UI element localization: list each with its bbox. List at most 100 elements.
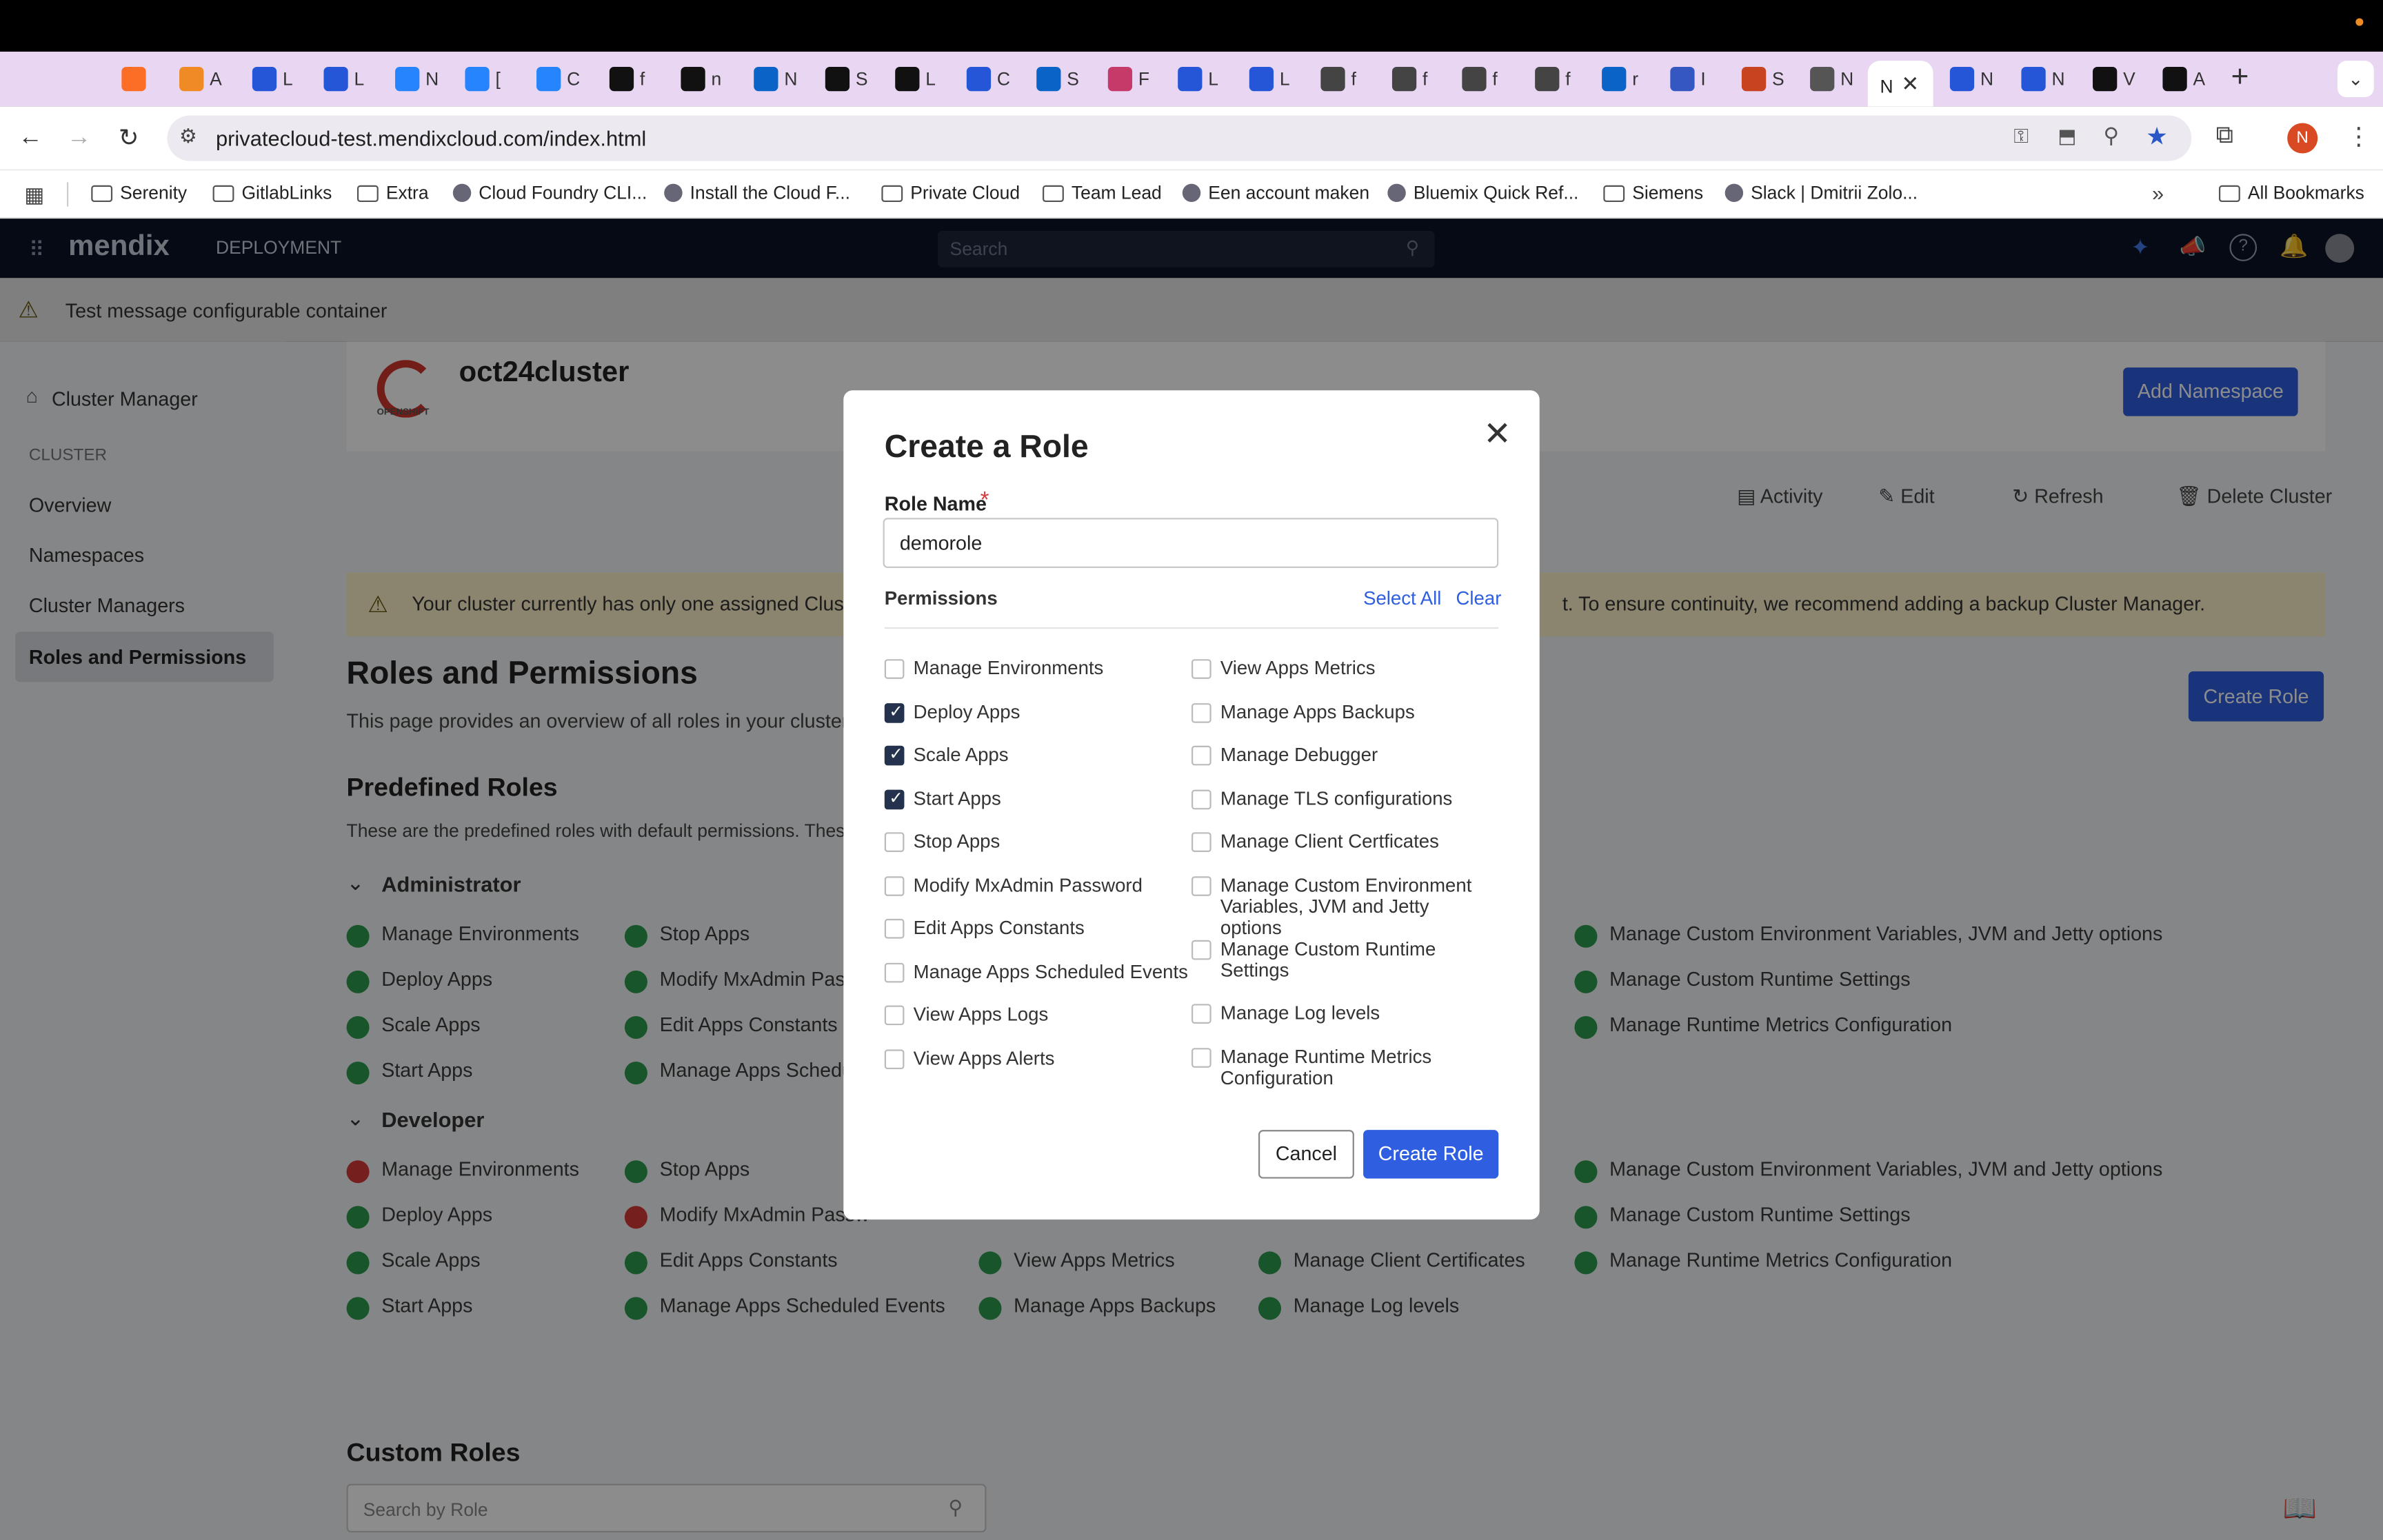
bookmark-item[interactable]: Bluemix Quick Ref... xyxy=(1387,182,1578,203)
browser-tab[interactable]: F xyxy=(1107,64,1178,94)
permission-checkbox[interactable]: ✓ xyxy=(884,789,905,810)
bookmark-item[interactable]: Cloud Foundry CLI... xyxy=(452,182,647,203)
bookmark-star-icon[interactable]: ★ xyxy=(2146,121,2168,152)
permission-option-label: Manage Runtime Metrics Configuration xyxy=(1220,1046,1432,1089)
browser-tab[interactable]: N xyxy=(754,64,823,94)
profile-avatar[interactable]: N xyxy=(2287,123,2318,154)
forward-icon[interactable]: → xyxy=(67,125,91,152)
browser-tab[interactable]: r xyxy=(1602,64,1671,94)
bookmark-item[interactable]: Een account maken xyxy=(1182,182,1369,203)
permission-checkbox[interactable] xyxy=(1192,703,1211,723)
bookmark-item[interactable]: Slack | Dmitrii Zolo... xyxy=(1725,182,1918,203)
extensions-icon[interactable]: ⧉ xyxy=(2216,123,2233,150)
tab-label: S xyxy=(855,68,868,90)
select-all-link[interactable]: Select All xyxy=(1363,588,1441,609)
github-icon xyxy=(825,66,850,92)
permission-checkbox[interactable] xyxy=(884,1049,905,1070)
browser-tab[interactable]: A xyxy=(2162,64,2232,94)
folder-icon xyxy=(356,184,379,201)
browser-tab[interactable]: f xyxy=(1320,64,1390,94)
permission-option-label: Edit Apps Constants xyxy=(913,917,1085,939)
permission-checkbox[interactable] xyxy=(1192,789,1211,810)
browser-tab[interactable]: S xyxy=(1741,64,1811,94)
zoom-icon[interactable]: ⚲ xyxy=(2103,123,2119,148)
browser-tab[interactable]: L xyxy=(1249,64,1319,94)
tab-label: f xyxy=(1351,68,1356,90)
permission-checkbox[interactable] xyxy=(884,659,905,679)
apps-grid-icon[interactable]: ▦ xyxy=(24,182,44,207)
browser-tab[interactable]: L xyxy=(323,64,393,94)
bookmark-item[interactable]: Team Lead xyxy=(1043,182,1162,203)
bookmark-item[interactable]: Serenity xyxy=(91,182,187,203)
role-name-input[interactable]: demorole xyxy=(883,518,1499,568)
close-tab-icon[interactable]: ✕ xyxy=(1901,72,1919,97)
permission-checkbox[interactable] xyxy=(1192,876,1211,896)
screen: N ✕ A L L N [Cf n N S L C S F L Lf f f f r I S N N N V A + ⌄ ← →… xyxy=(0,0,2383,1540)
permission-checkbox[interactable]: ✓ xyxy=(884,703,905,723)
permission-checkbox[interactable] xyxy=(884,918,905,939)
bookmark-item[interactable]: Extra xyxy=(356,182,429,203)
globe-icon xyxy=(1462,66,1487,92)
bookmark-item[interactable]: Siemens xyxy=(1603,182,1703,203)
permission-checkbox[interactable] xyxy=(884,962,905,983)
browser-menu-icon[interactable]: ⋮ xyxy=(2346,121,2371,152)
browser-tab[interactable]: L xyxy=(252,64,322,94)
site-info-icon[interactable]: ⚙ xyxy=(179,125,197,149)
clear-link[interactable]: Clear xyxy=(1456,588,1502,609)
browser-tab[interactable]: C xyxy=(536,64,606,94)
browser-tab[interactable]: N xyxy=(2021,64,2091,94)
browser-tab[interactable]: f xyxy=(1462,64,1531,94)
github-icon xyxy=(2162,66,2187,92)
permission-checkbox[interactable] xyxy=(1192,745,1211,766)
browser-tab[interactable]: [ xyxy=(465,64,534,94)
new-tab-icon[interactable]: + xyxy=(2231,61,2249,96)
browser-tab[interactable]: f xyxy=(1535,64,1605,94)
chrome-icon xyxy=(1810,66,1835,92)
browser-tab[interactable]: I xyxy=(1670,64,1740,94)
url-text[interactable]: privatecloud-test.mendixcloud.com/index.… xyxy=(216,126,646,150)
permission-checkbox[interactable] xyxy=(884,1005,905,1026)
browser-tab[interactable]: N xyxy=(1810,64,1880,94)
browser-tab[interactable]: f xyxy=(1391,64,1462,94)
menu-bar xyxy=(0,0,2383,52)
tab-label: V xyxy=(2123,68,2135,90)
browser-tab[interactable]: S xyxy=(1036,64,1106,94)
browser-tab[interactable]: S xyxy=(825,64,895,94)
cancel-button[interactable]: Cancel xyxy=(1258,1130,1354,1179)
tab-search-icon[interactable]: ⌄ xyxy=(2337,61,2374,98)
create-role-button[interactable]: Create Role xyxy=(1363,1130,1499,1179)
browser-tab[interactable]: N xyxy=(1949,64,2020,94)
tab-label: n xyxy=(711,68,722,90)
permission-checkbox[interactable] xyxy=(1192,940,1211,960)
reload-icon[interactable]: ↻ xyxy=(119,123,139,153)
all-bookmarks[interactable]: All Bookmarks xyxy=(2218,182,2364,203)
powerpoint-icon xyxy=(1741,66,1767,92)
browser-tab[interactable]: L xyxy=(895,64,965,94)
browser-tab[interactable]: n xyxy=(681,64,750,94)
bookmark-item[interactable]: Install the Cloud F... xyxy=(664,182,850,203)
browser-tab[interactable]: C xyxy=(966,64,1036,94)
browser-tab[interactable]: A xyxy=(179,64,249,94)
browser-tab[interactable]: V xyxy=(2093,64,2162,94)
permission-checkbox[interactable]: ✓ xyxy=(884,745,905,766)
install-app-icon[interactable]: ⬒ xyxy=(2058,125,2076,149)
permission-checkbox[interactable] xyxy=(884,876,905,896)
permission-checkbox[interactable] xyxy=(884,832,905,852)
back-icon[interactable]: ← xyxy=(18,125,42,152)
bookmark-item[interactable]: Private Cloud xyxy=(881,182,1020,203)
mendix-icon xyxy=(252,66,277,92)
omnibox[interactable]: ⚙ privatecloud-test.mendixcloud.com/inde… xyxy=(167,115,2192,161)
browser-tab[interactable]: f xyxy=(609,64,679,94)
tab-label: I xyxy=(1700,68,1706,90)
password-key-icon[interactable]: ⚿ xyxy=(2013,125,2029,149)
more-bookmarks-icon[interactable]: » xyxy=(2152,181,2164,205)
close-icon[interactable]: ✕ xyxy=(1483,414,1511,454)
browser-tab[interactable]: L xyxy=(1178,64,1247,94)
permission-checkbox[interactable] xyxy=(1192,832,1211,852)
permission-checkbox[interactable] xyxy=(1192,659,1211,679)
permission-checkbox[interactable] xyxy=(1192,1004,1211,1024)
modal-title: Create a Role xyxy=(884,429,1089,465)
bookmark-item[interactable]: GitlabLinks xyxy=(212,182,332,203)
browser-tab[interactable]: N xyxy=(395,64,465,94)
permission-checkbox[interactable] xyxy=(1192,1048,1211,1068)
